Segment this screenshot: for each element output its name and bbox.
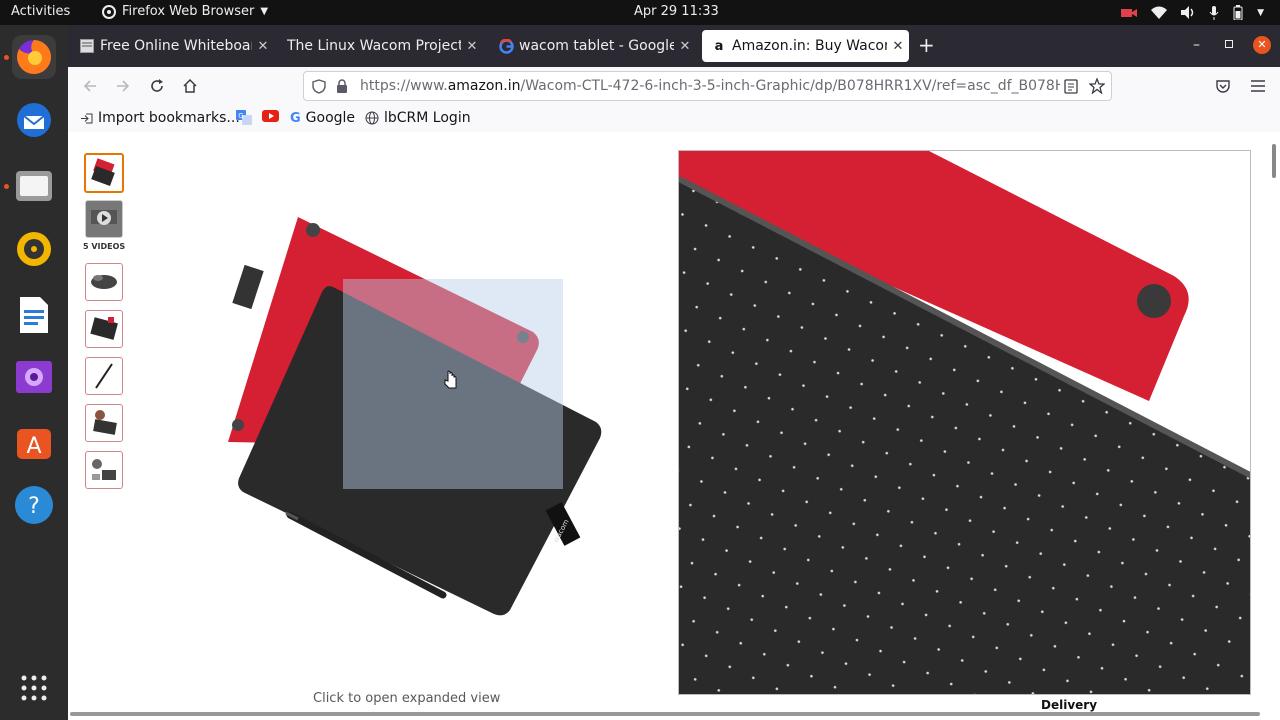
forward-button[interactable] — [112, 75, 134, 97]
bookmarks-toolbar: Import bookmarks... G G Google lbCRM Log… — [68, 105, 1280, 132]
youtube-icon — [262, 110, 279, 122]
hamburger-menu-icon[interactable] — [1247, 75, 1269, 97]
thumbnail-image[interactable] — [85, 310, 123, 348]
tab-strip: Free Online Whiteboard ✕ The Linux Wacom… — [68, 25, 1280, 67]
running-indicator — [4, 184, 9, 189]
video-icon[interactable] — [12, 355, 56, 399]
close-icon[interactable]: ✕ — [252, 39, 274, 54]
close-icon[interactable]: ✕ — [674, 39, 696, 54]
firefox-small-icon — [102, 4, 116, 19]
delivery-heading: Delivery — [1041, 698, 1098, 712]
help-icon[interactable]: ? — [12, 483, 56, 527]
bookmark-translate[interactable]: G — [236, 110, 252, 125]
zoomed-image-panel — [678, 150, 1251, 695]
tab-whiteboard[interactable]: Free Online Whiteboard ✕ — [70, 30, 274, 62]
thumbnail-image[interactable] — [85, 451, 123, 489]
navigation-toolbar: https://www.amazon.in/Wacom-CTL-472-6-in… — [68, 67, 1280, 105]
tab-amazon[interactable]: a Amazon.in: Buy Wacom C ✕ — [702, 30, 909, 62]
system-tray[interactable]: ▼ — [1121, 5, 1264, 20]
firefox-icon[interactable] — [12, 35, 56, 79]
thumbnail-image[interactable] — [84, 153, 124, 193]
close-icon[interactable]: ✕ — [887, 39, 909, 54]
writer-icon[interactable] — [12, 293, 56, 337]
tab-title: The Linux Wacom Project – W — [287, 38, 461, 54]
whiteboard-icon — [79, 38, 95, 54]
bookmark-import[interactable]: Import bookmarks... — [80, 110, 240, 126]
pocket-button[interactable] — [1212, 75, 1234, 97]
minimize-button[interactable]: – — [1193, 37, 1200, 53]
tab-title: wacom tablet - Google Se — [519, 38, 674, 54]
thumbnail-image[interactable] — [85, 357, 123, 395]
app-menu[interactable]: Firefox Web Browser ▼ — [102, 4, 268, 19]
tab-title: Free Online Whiteboard — [100, 38, 252, 54]
star-icon[interactable] — [1089, 78, 1105, 94]
reload-button[interactable] — [146, 75, 168, 97]
bookmark-label: Import bookmarks... — [98, 110, 240, 126]
files-icon[interactable] — [12, 163, 56, 207]
bookmark-google[interactable]: G Google — [290, 110, 355, 126]
translate-icon: G — [236, 110, 252, 125]
globe-icon — [365, 111, 379, 125]
apps-grid-icon[interactable] — [12, 666, 56, 710]
thumbnail-video[interactable] — [85, 200, 123, 238]
bookmark-label: lbCRM Login — [384, 110, 471, 126]
lock-icon[interactable] — [336, 79, 348, 94]
product-main-image[interactable]: wacom — [218, 192, 618, 632]
tab-title: Amazon.in: Buy Wacom C — [732, 38, 887, 54]
running-indicator — [4, 55, 9, 60]
camera-icon — [1121, 8, 1138, 17]
restore-button[interactable] — [1225, 40, 1233, 48]
svg-text:G: G — [238, 112, 243, 120]
svg-text:?: ? — [28, 494, 40, 519]
activities-button[interactable]: Activities — [11, 4, 70, 19]
wifi-icon — [1151, 6, 1168, 19]
close-icon[interactable]: ✕ — [461, 39, 483, 54]
url-text: https://www.amazon.in/Wacom-CTL-472-6-in… — [360, 78, 1060, 94]
clock[interactable]: Apr 29 11:33 — [634, 4, 719, 19]
thumbnail-image[interactable] — [85, 263, 123, 301]
tab-linux-wacom[interactable]: The Linux Wacom Project – W ✕ — [278, 30, 483, 62]
amazon-icon: a — [714, 38, 724, 54]
page-content: 5 VIDEOS wacom Click to open expanded vi… — [68, 132, 1280, 720]
videos-label: 5 VIDEOS — [83, 242, 126, 251]
reader-view-icon[interactable] — [1064, 79, 1078, 94]
google-icon — [498, 38, 514, 54]
rubber-foot — [1137, 284, 1171, 318]
app-center-icon[interactable]: A — [12, 420, 56, 464]
chevron-down-icon: ▼ — [260, 6, 269, 17]
close-window-button[interactable]: ✕ — [1253, 36, 1271, 54]
bookmark-label: Google — [305, 110, 356, 126]
app-name: Firefox Web Browser — [122, 4, 255, 19]
thumbnail-image[interactable] — [85, 404, 123, 442]
microphone-icon — [1209, 5, 1219, 20]
new-tab-button[interactable]: + — [918, 34, 935, 56]
system-top-bar: Activities Firefox Web Browser ▼ Apr 29 … — [0, 0, 1280, 25]
bookmark-youtube[interactable] — [262, 110, 279, 122]
volume-icon — [1181, 6, 1194, 19]
url-bar[interactable]: https://www.amazon.in/Wacom-CTL-472-6-in… — [303, 71, 1112, 101]
tab-google-search[interactable]: wacom tablet - Google Se ✕ — [489, 30, 696, 62]
rhythmbox-icon[interactable] — [12, 227, 56, 271]
bookmark-lbcrm[interactable]: lbCRM Login — [365, 110, 471, 126]
battery-icon — [1233, 5, 1243, 20]
import-icon — [81, 113, 93, 123]
thunderbird-icon[interactable] — [12, 98, 56, 142]
svg-text:A: A — [26, 434, 41, 459]
google-icon: G — [290, 110, 301, 126]
shield-icon[interactable] — [312, 79, 326, 94]
chevron-down-icon: ▼ — [1257, 7, 1264, 18]
horizontal-scrollbar[interactable] — [70, 712, 1260, 716]
dock: A ? — [0, 25, 68, 720]
expand-view-hint[interactable]: Click to open expanded view — [313, 691, 500, 706]
vertical-scrollbar[interactable] — [1272, 144, 1276, 178]
home-button[interactable] — [179, 75, 201, 97]
back-button[interactable] — [79, 75, 101, 97]
